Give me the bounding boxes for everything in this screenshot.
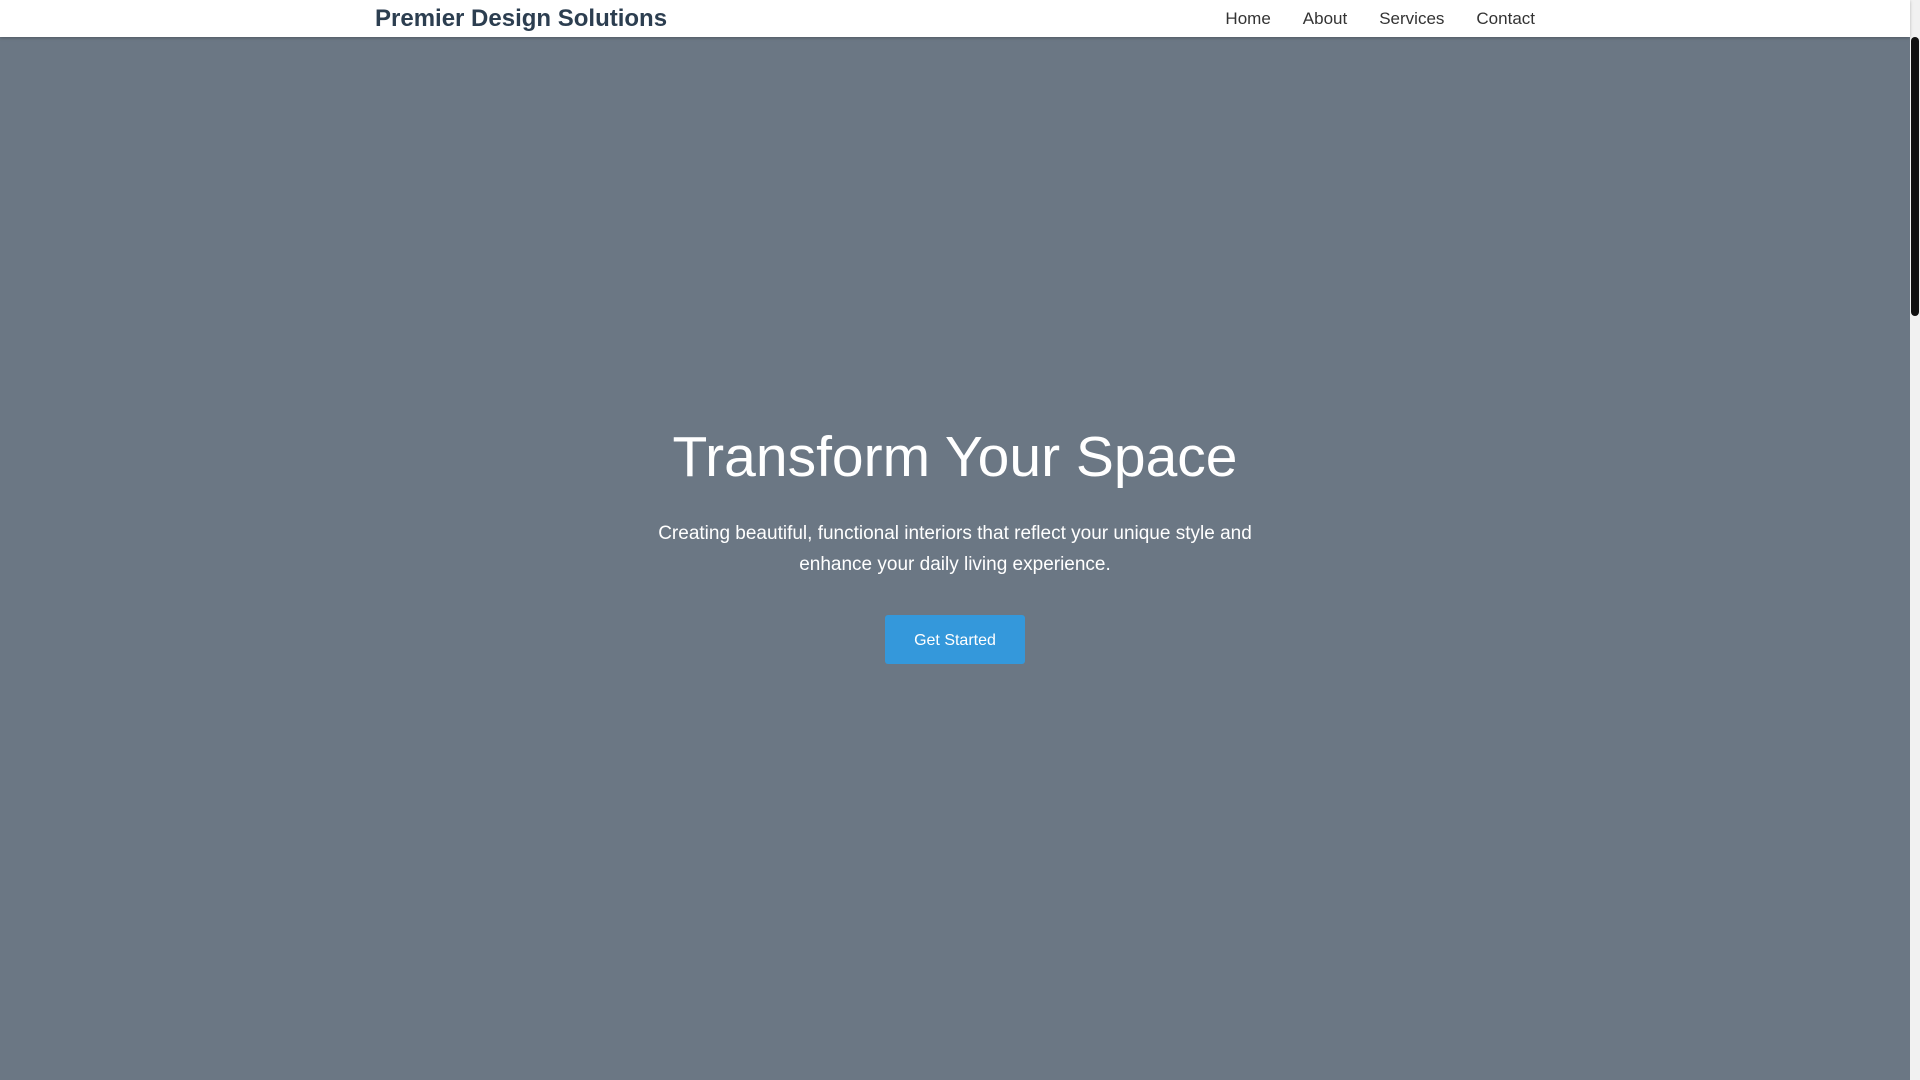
hero-section: Transform Your Space Creating beautiful,… [0, 37, 1910, 1080]
page-scrollbar[interactable] [1910, 0, 1920, 1080]
nav-links: Home About Services Contact [1225, 9, 1535, 29]
nav-link-contact[interactable]: Contact [1476, 9, 1535, 29]
brand-logo[interactable]: Premier Design Solutions [375, 5, 667, 33]
hero-subtitle: Creating beautiful, functional interiors… [658, 523, 1252, 575]
navbar-container: Premier Design Solutions Home About Serv… [355, 0, 1555, 37]
nav-link-services[interactable]: Services [1379, 9, 1444, 29]
nav-link-about[interactable]: About [1303, 9, 1347, 29]
get-started-button[interactable]: Get Started [885, 615, 1025, 664]
nav-link-home[interactable]: Home [1225, 9, 1270, 29]
scrollbar-thumb[interactable] [1911, 37, 1919, 316]
hero-title: Transform Your Space [672, 425, 1238, 489]
hero-content: Transform Your Space Creating beautiful,… [0, 422, 1910, 664]
top-navbar: Premier Design Solutions Home About Serv… [0, 0, 1910, 37]
